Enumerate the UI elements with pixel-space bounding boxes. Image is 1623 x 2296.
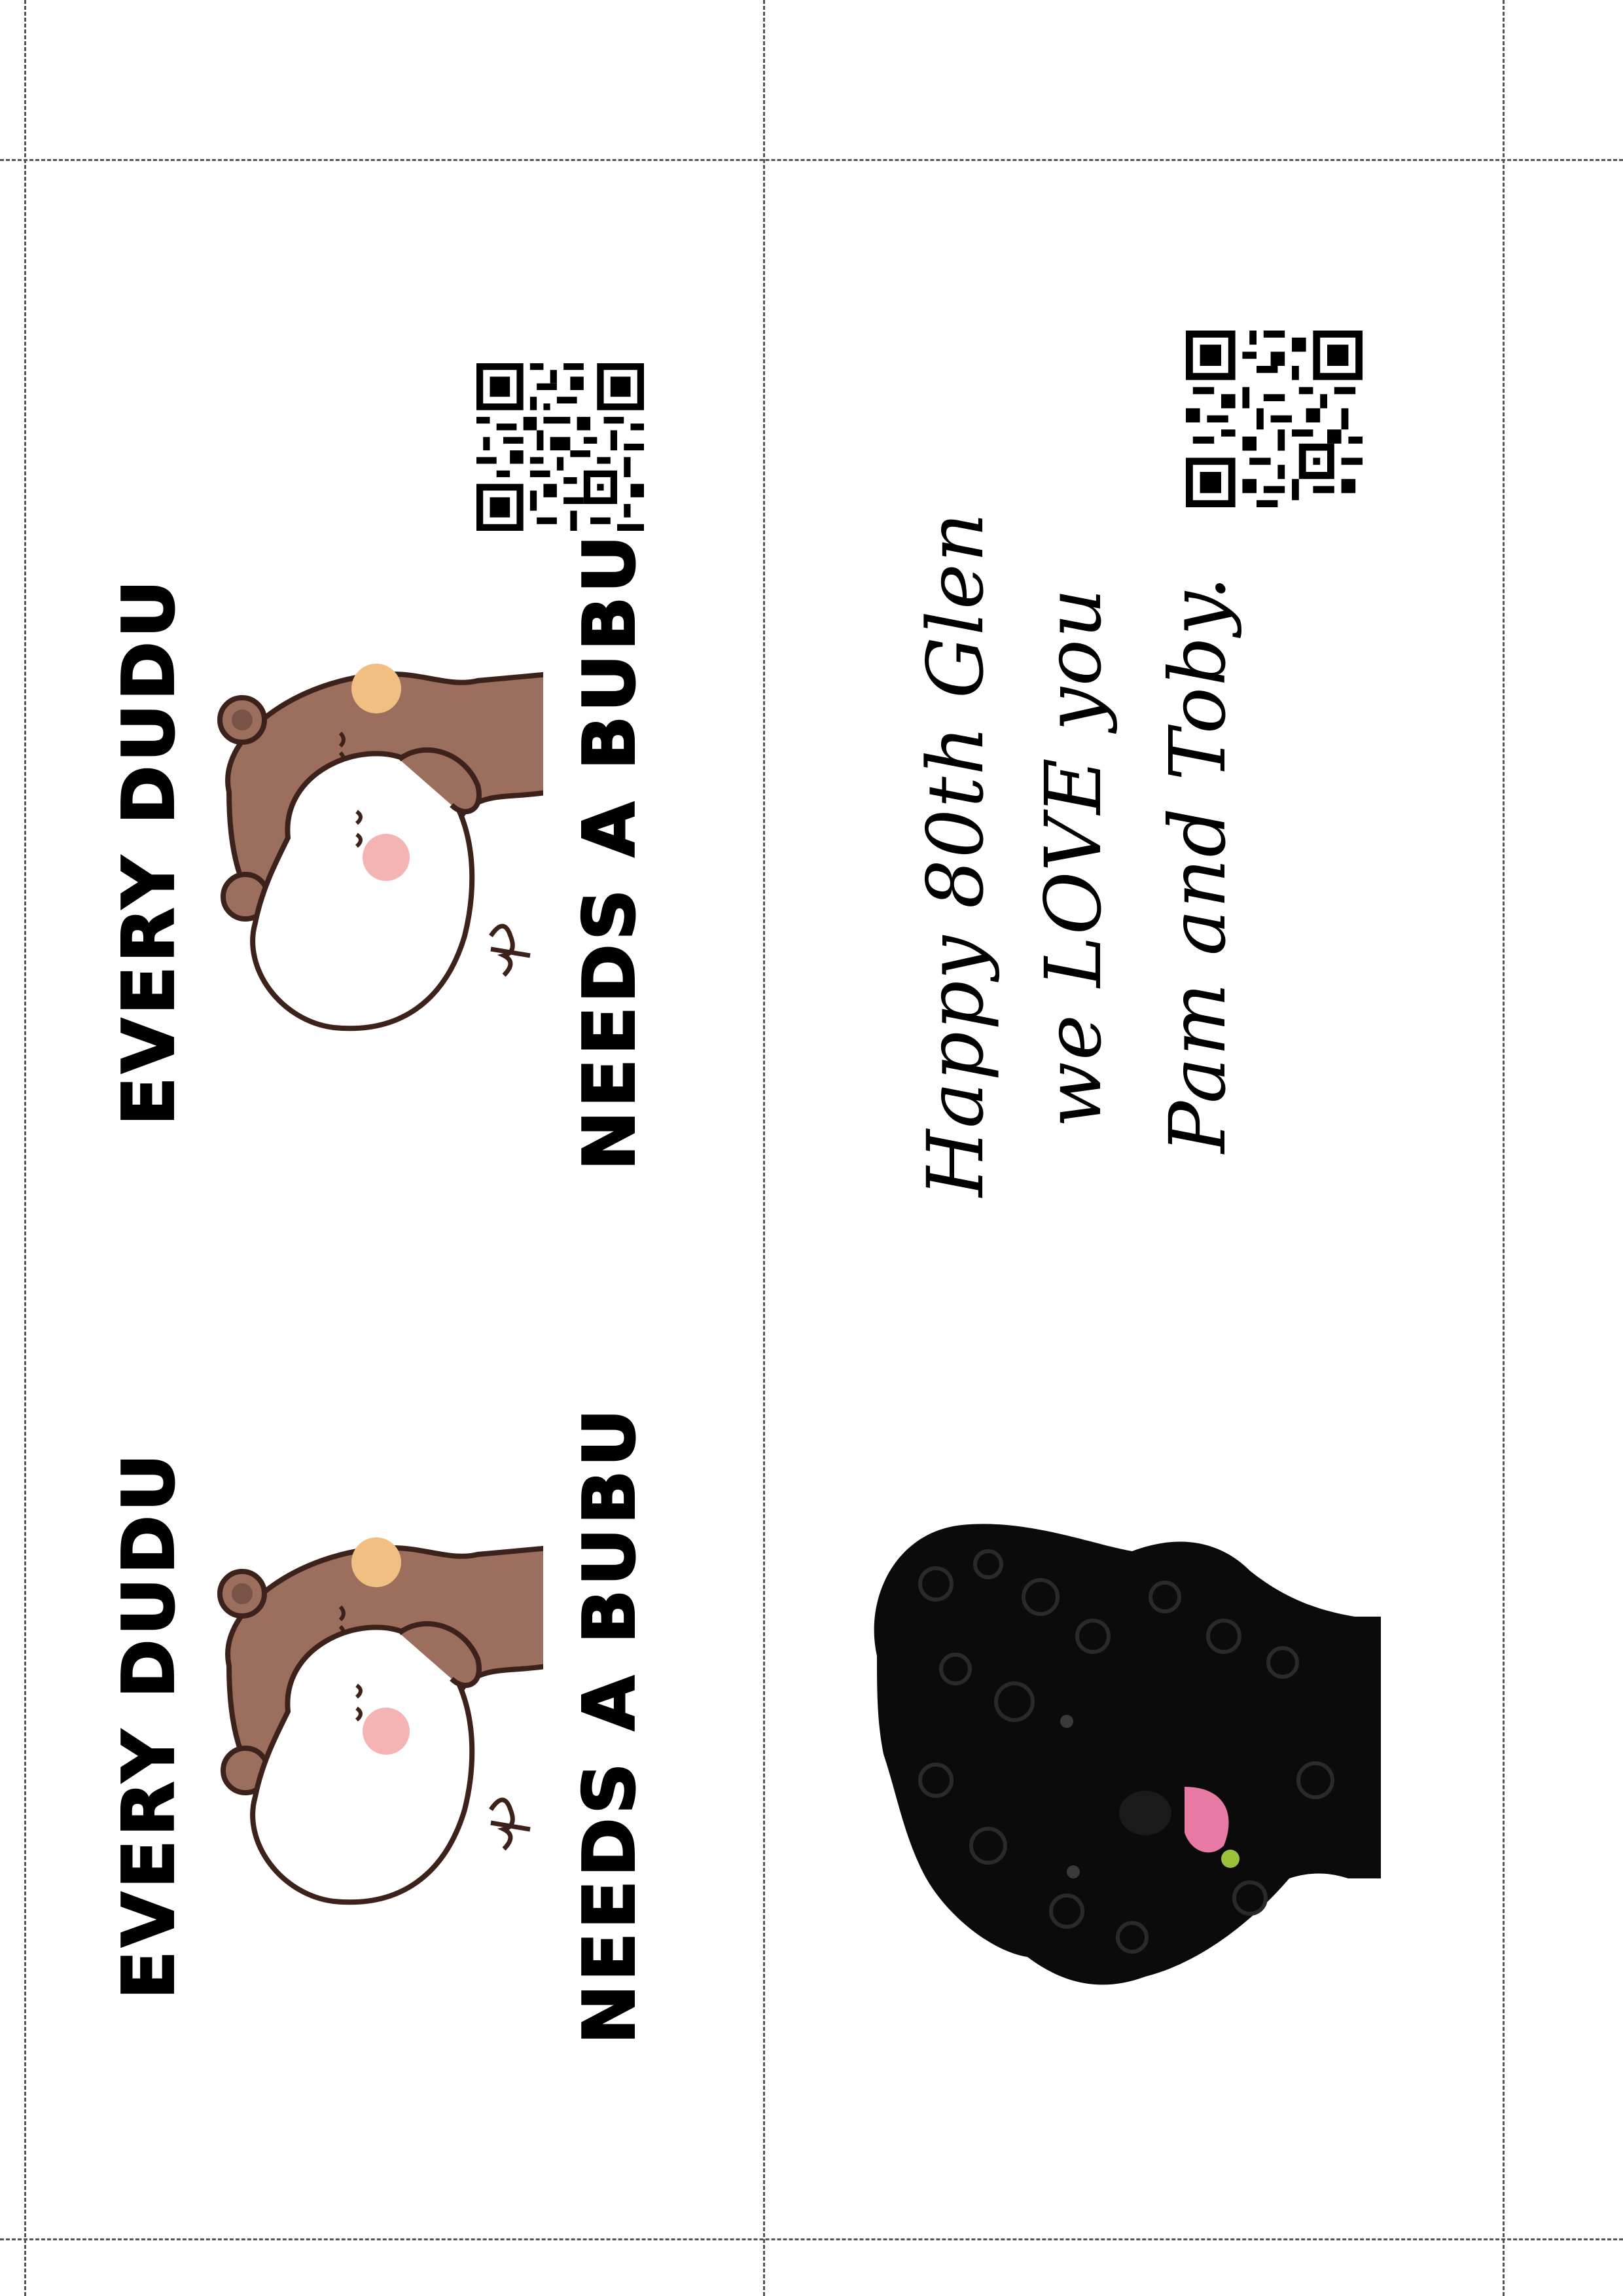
card1-line2: NEEDS A BUBU	[568, 530, 652, 1171]
message-line2: we LOVE you	[1028, 587, 1118, 1128]
card2-line2: NEEDS A BUBU	[568, 1404, 652, 2045]
bear-hug-illustration	[217, 664, 543, 1031]
printable-card-sheet: EVERY DUDU NEEDS A BUBU EVERY DUDU NEEDS…	[0, 0, 1623, 2296]
message-line1: Happy 80th Glen	[910, 511, 1001, 1197]
qr-code-card2	[1186, 331, 1363, 507]
qr-code-card1	[476, 363, 644, 531]
black-poodle-photo	[874, 1524, 1381, 1985]
message-line3: Pam and Toby.	[1152, 575, 1243, 1153]
cut-guide-middle	[763, 0, 765, 2296]
bear-hug-illustration	[217, 1537, 543, 1905]
card2-line1: EVERY DUDU	[107, 1449, 191, 2000]
cut-guide-bottom	[0, 2238, 1623, 2240]
cut-guide-left	[24, 0, 26, 2296]
card1-line1: EVERY DUDU	[107, 575, 191, 1126]
cut-guide-top	[0, 159, 1623, 161]
cut-guide-right	[1503, 0, 1505, 2296]
